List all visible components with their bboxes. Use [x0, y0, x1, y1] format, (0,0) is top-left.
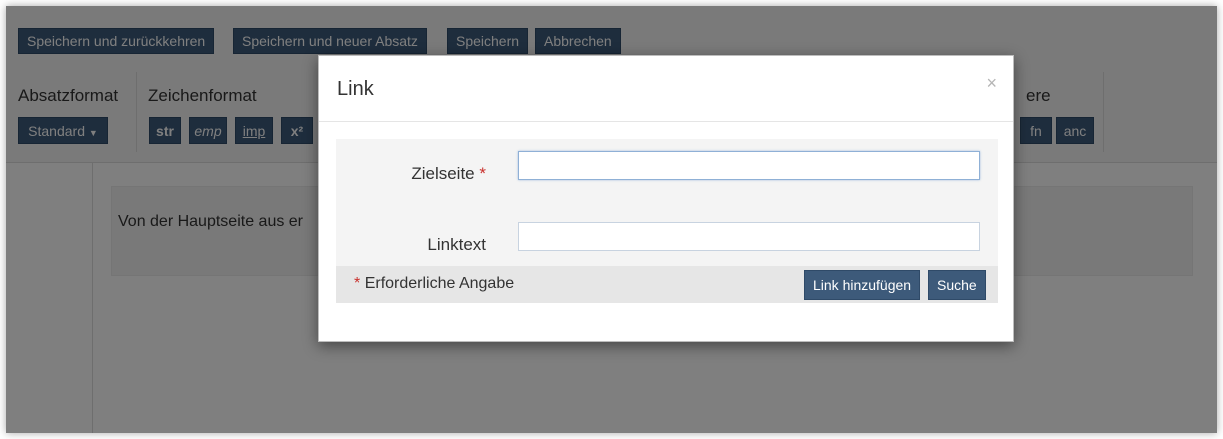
required-note: * Erforderliche Angabe	[354, 275, 514, 293]
required-note-text: Erforderliche Angabe	[364, 275, 515, 292]
target-page-label-text: Zielseite	[411, 164, 475, 183]
linktext-label: Linktext	[427, 235, 486, 254]
target-page-label: Zielseite *	[396, 164, 486, 184]
target-page-input[interactable]	[518, 151, 980, 180]
add-link-button[interactable]: Link hinzufügen	[804, 270, 921, 300]
link-dialog: Link × Zielseite * Linktext * Erforderli…	[318, 55, 1014, 342]
close-icon[interactable]: ×	[986, 74, 997, 92]
dialog-footer: * Erforderliche Angabe Link hinzufügen S…	[336, 266, 998, 303]
required-star: *	[354, 275, 361, 292]
dialog-header: Link ×	[319, 56, 1013, 122]
dialog-title: Link	[337, 78, 374, 100]
required-star: *	[479, 164, 486, 183]
app-window: Speichern und zurückkehren Speichern und…	[6, 6, 1217, 433]
linktext-input[interactable]	[518, 222, 980, 251]
search-button[interactable]: Suche	[928, 270, 986, 300]
